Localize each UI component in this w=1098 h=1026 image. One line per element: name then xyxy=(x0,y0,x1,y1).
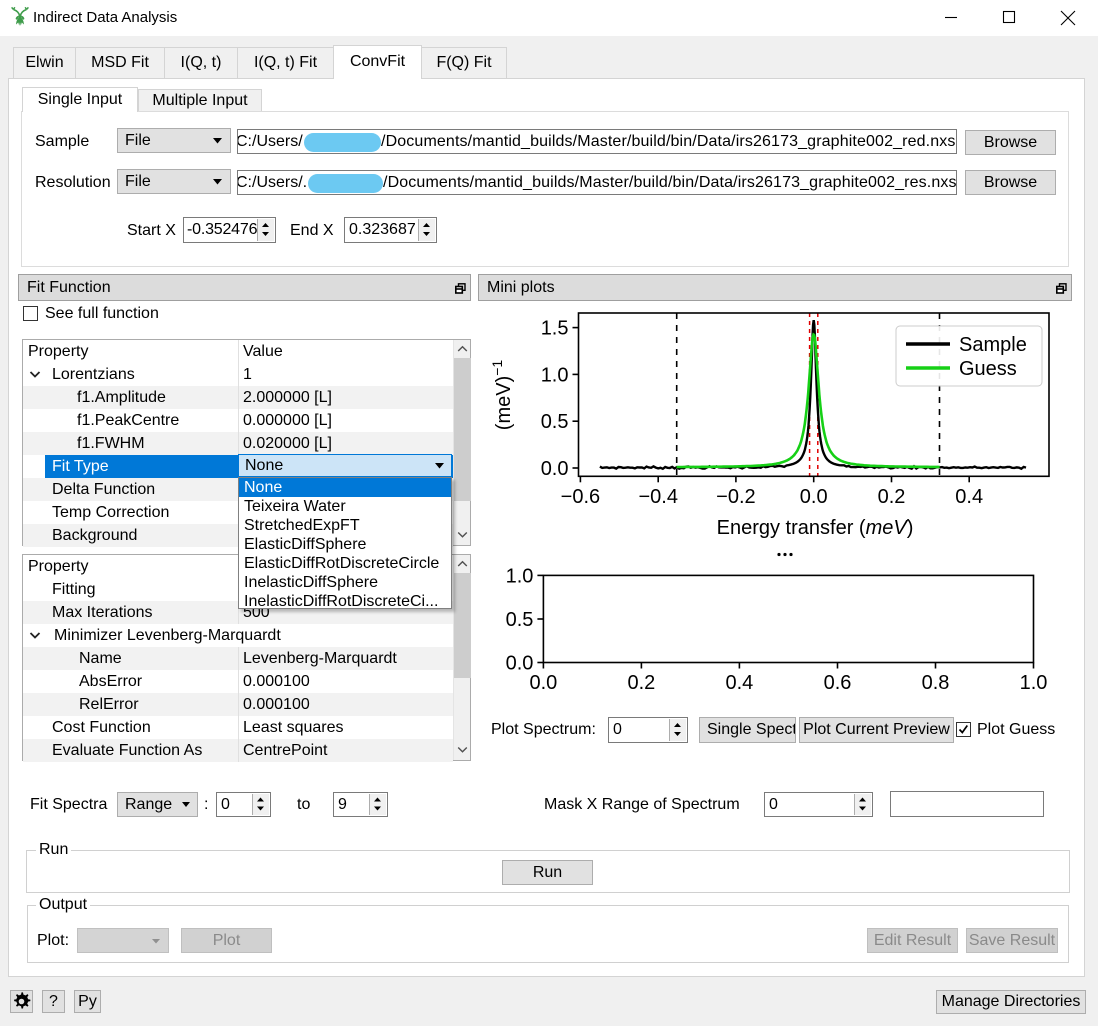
svg-text:0.0: 0.0 xyxy=(541,458,569,480)
svg-text:0.8: 0.8 xyxy=(922,672,950,694)
svg-text:−0.2: −0.2 xyxy=(716,486,755,508)
svg-text:0.0: 0.0 xyxy=(529,672,557,694)
svg-text:−0.6: −0.6 xyxy=(561,486,600,508)
svg-text:−0.4: −0.4 xyxy=(638,486,677,508)
svg-text:Guess: Guess xyxy=(959,358,1017,380)
svg-text:0.5: 0.5 xyxy=(541,411,569,433)
svg-text:1.0: 1.0 xyxy=(541,364,569,386)
svg-text:0.6: 0.6 xyxy=(824,672,852,694)
svg-text:1.5: 1.5 xyxy=(541,318,569,340)
svg-text:0.2: 0.2 xyxy=(627,672,655,694)
svg-text:Sample: Sample xyxy=(959,334,1027,356)
svg-text:0.5: 0.5 xyxy=(506,609,534,631)
svg-text:1.0: 1.0 xyxy=(1020,672,1048,694)
svg-text:0.0: 0.0 xyxy=(800,486,828,508)
svg-text:0.2: 0.2 xyxy=(878,486,906,508)
svg-text:(meV)−1: (meV)−1 xyxy=(489,360,515,431)
svg-text:Energy transfer (meV): Energy transfer (meV) xyxy=(717,517,914,539)
svg-text:1.0: 1.0 xyxy=(506,565,534,587)
svg-text:0.4: 0.4 xyxy=(725,672,753,694)
svg-text:0.4: 0.4 xyxy=(955,486,983,508)
svg-text:0.0: 0.0 xyxy=(506,653,534,675)
